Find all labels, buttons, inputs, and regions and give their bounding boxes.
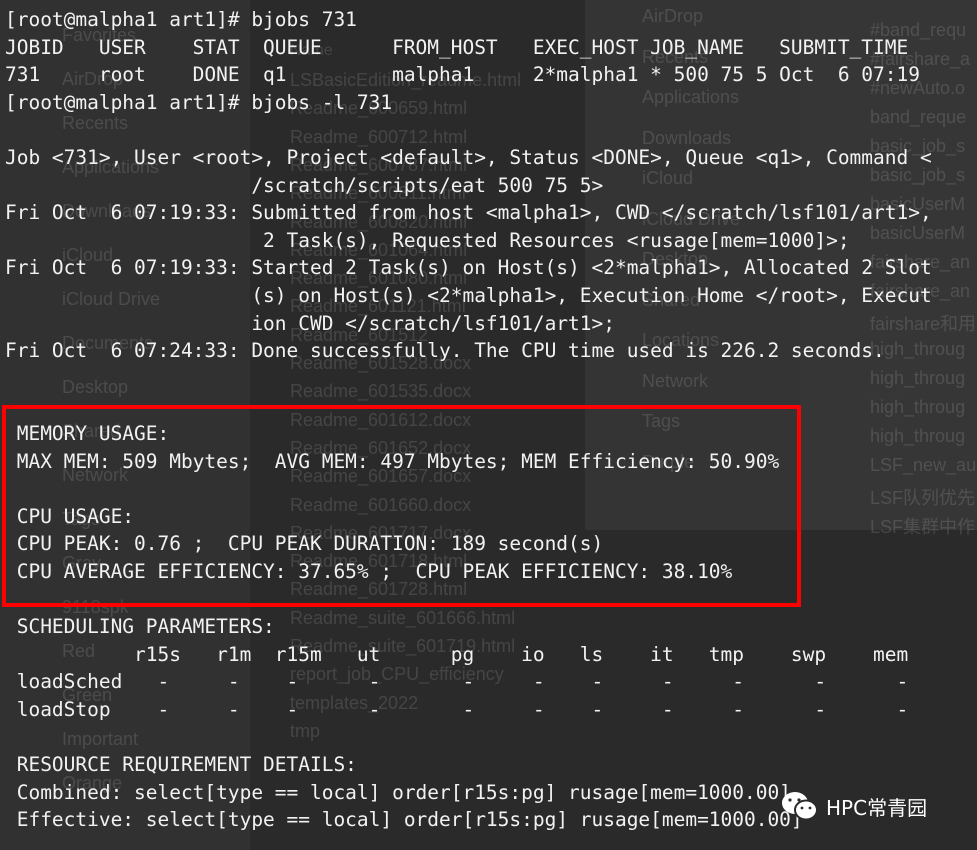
terminal-line: ion CWD </scratch/lsf101/art1>; — [5, 311, 615, 335]
terminal-line: SCHEDULING PARAMETERS: — [5, 615, 275, 639]
watermark: HPC常青园 — [780, 790, 927, 822]
terminal-line: Fri Oct 6 07:19:33: Started 2 Task(s) on… — [5, 256, 932, 280]
terminal-line: [root@malpha1 art1]# bjobs 731 — [5, 8, 357, 31]
watermark-text: HPC常青园 — [826, 795, 928, 820]
terminal-line: 731 root DONE q1 malpha1 2*malpha1 * 500… — [5, 63, 920, 87]
highlight-box — [2, 405, 801, 607]
terminal-line: r15s r1m r15m ut pg io ls it tmp swp mem — [5, 642, 909, 666]
terminal-line: Fri Oct 6 07:24:33: Done successfully. T… — [5, 339, 885, 363]
terminal-line: loadStop - - - - - - - - - - - — [5, 697, 909, 721]
wechat-icon — [782, 792, 818, 821]
terminal-line: (s) on Host(s) <2*malpha1>, Execution Ho… — [5, 283, 932, 307]
terminal-line: loadSched - - - - - - - - - - - — [5, 670, 909, 694]
terminal-line: [root@malpha1 art1]# bjobs -l 731 — [5, 90, 393, 114]
terminal-line: Job <731>, User <root>, Project <default… — [5, 145, 932, 169]
terminal-line: RESOURCE REQUIREMENT DETAILS: — [5, 753, 357, 777]
terminal-line: Fri Oct 6 07:19:33: Submitted from host … — [5, 201, 932, 225]
terminal-line: 2 Task(s), Requested Resources <rusage[m… — [5, 228, 850, 252]
terminal-line: JOBID USER STAT QUEUE FROM_HOST EXEC_HOS… — [5, 35, 909, 59]
terminal-line: /scratch/scripts/eat 500 75 5> — [5, 173, 604, 197]
